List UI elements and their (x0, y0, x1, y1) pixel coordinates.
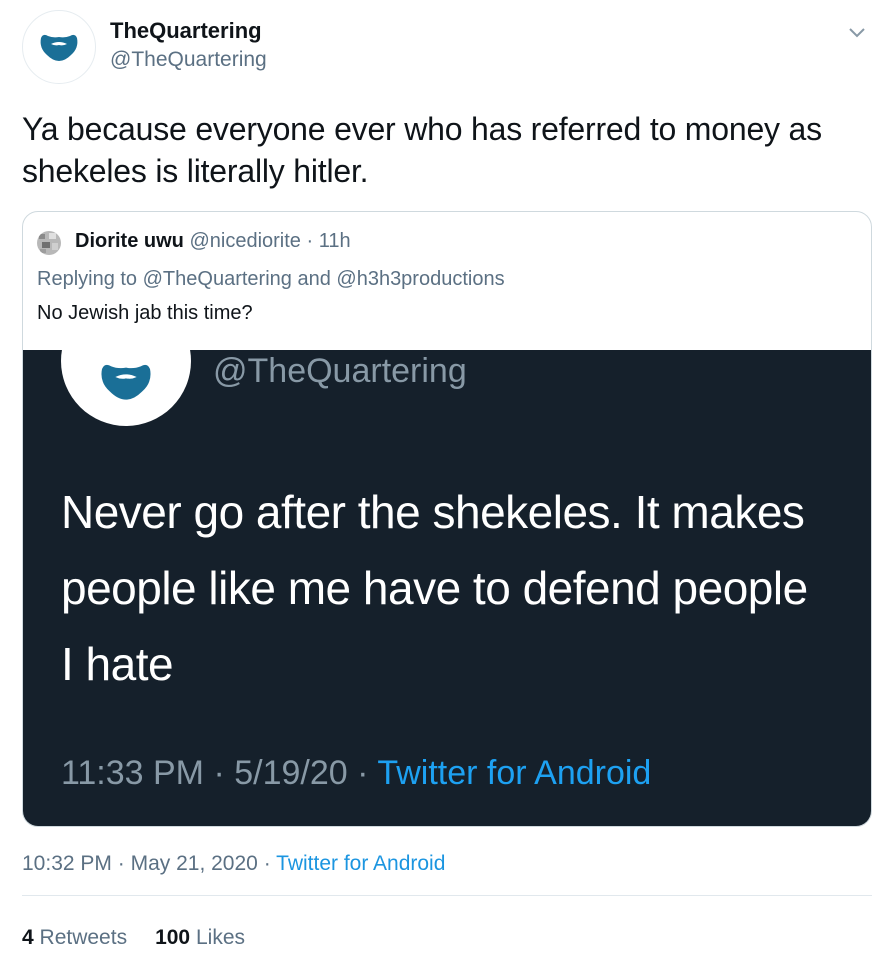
image-source: Twitter for Android (377, 754, 652, 792)
image-date: 5/19/20 (234, 754, 348, 792)
dot-separator: · (306, 230, 314, 252)
tweet-source-link[interactable]: Twitter for Android (276, 852, 445, 875)
dot-separator: · (263, 852, 271, 875)
dot-separator: · (213, 754, 225, 792)
divider (22, 895, 872, 896)
tweet-time[interactable]: 10:32 PM (22, 852, 112, 875)
reply-mention-h3h3productions[interactable]: @h3h3productions (336, 268, 504, 290)
quoted-header: Diorite uwu @nicediorite · 11h (75, 230, 351, 253)
reply-and: and (297, 268, 331, 290)
quoted-screenshot-image[interactable]: @TheQuartering Never go after the shekel… (23, 350, 871, 826)
author-avatar[interactable] (22, 10, 96, 84)
dot-separator: · (117, 852, 125, 875)
quoted-author-avatar[interactable] (37, 231, 61, 255)
tweet-date[interactable]: May 21, 2020 (131, 852, 258, 875)
quoted-age: 11h (318, 230, 351, 252)
beard-logo-icon (40, 34, 78, 61)
beard-logo-icon (101, 364, 151, 400)
retweets-stat[interactable]: 4 Retweets (22, 926, 127, 949)
dot-separator: · (357, 754, 369, 792)
replying-to-line: Replying to @TheQuartering and @h3h3prod… (37, 268, 505, 291)
reply-mention-thequartering[interactable]: @TheQuartering (143, 268, 292, 290)
quoted-handle[interactable]: @nicediorite (189, 230, 300, 252)
likes-count: 100 (155, 926, 191, 949)
image-handle: @TheQuartering (213, 352, 467, 390)
tweet-timestamp: 10:32 PM · May 21, 2020 · Twitter for An… (22, 852, 445, 876)
likes-stat[interactable]: 100 Likes (155, 926, 245, 949)
likes-label: Likes (195, 926, 245, 949)
image-tweet-text: Never go after the shekeles. It makes pe… (61, 486, 808, 690)
quoted-tweet-card[interactable]: Diorite uwu @nicediorite · 11h Replying … (22, 211, 872, 827)
quoted-display-name[interactable]: Diorite uwu (75, 230, 184, 252)
retweets-count: 4 (22, 926, 34, 949)
retweets-label: Retweets (39, 926, 128, 949)
author-handle[interactable]: @TheQuartering (110, 48, 267, 72)
replying-prefix: Replying to (37, 268, 138, 290)
image-tweet-footer: 11:33 PM · 5/19/20 · Twitter for Android (61, 754, 651, 793)
engagement-stats: 4 Retweets 100 Likes (22, 926, 245, 950)
quoted-tweet-text: No Jewish jab this time? (37, 302, 253, 324)
image-time: 11:33 PM (61, 754, 205, 792)
author-display-name[interactable]: TheQuartering (110, 18, 262, 44)
tweet-text: Ya because everyone ever who has referre… (22, 111, 822, 189)
chevron-down-icon[interactable] (848, 24, 866, 42)
image-avatar (61, 350, 191, 426)
